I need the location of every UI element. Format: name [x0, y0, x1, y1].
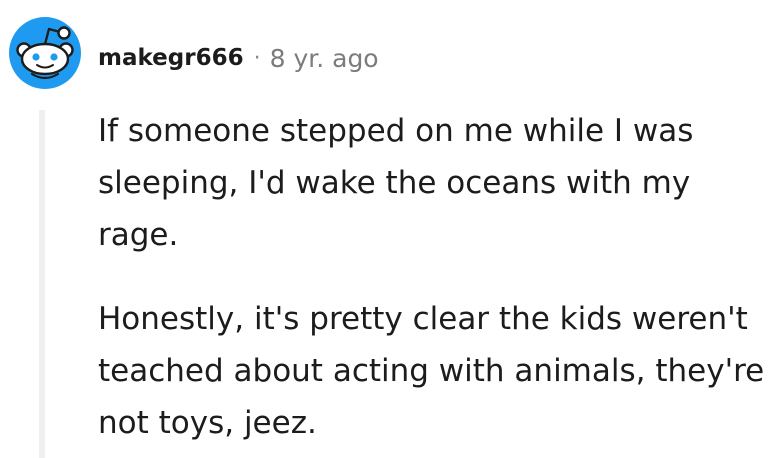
comment-body: If someone stepped on me while I was sle… — [98, 105, 768, 449]
comment: makegr666 · 8 yr. ago If someone stepped… — [0, 0, 781, 458]
thread-collapse-line[interactable] — [39, 110, 45, 458]
reddit-snoo-avatar-icon — [9, 17, 81, 89]
comment-meta: makegr666 · 8 yr. ago — [98, 38, 379, 78]
comment-paragraph: Honestly, it's pretty clear the kids wer… — [98, 301, 765, 441]
comment-paragraph: If someone stepped on me while I was sle… — [98, 113, 694, 253]
meta-separator: · — [253, 45, 261, 71]
user-avatar[interactable] — [8, 16, 82, 90]
username-link[interactable]: makegr666 — [98, 45, 244, 71]
timestamp-link[interactable]: 8 yr. ago — [270, 44, 379, 73]
